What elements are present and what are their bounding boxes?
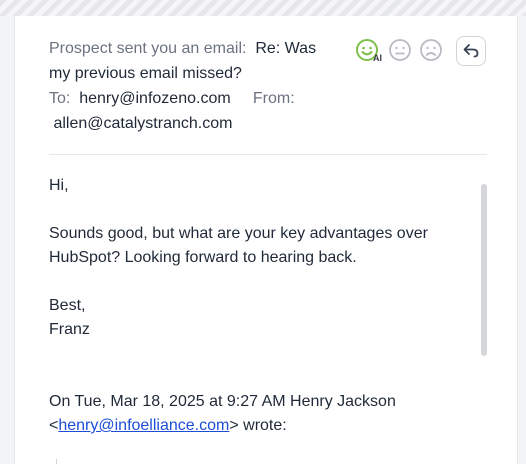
ai-badge: AI — [373, 53, 382, 63]
closing: Best, — [49, 297, 86, 314]
quote-suffix: > wrote: — [229, 417, 287, 434]
top-stripe-divider — [0, 0, 526, 16]
header-divider — [49, 154, 487, 155]
quote-open: < — [49, 417, 59, 434]
signature: Franz — [49, 321, 90, 338]
neutral-face-icon — [389, 39, 411, 61]
negative-face-icon — [420, 39, 442, 61]
message-text: Sounds good, but what are your key advan… — [49, 225, 428, 266]
scrollbar-thumb[interactable] — [481, 184, 487, 356]
email-card: Prospect sent you an email: Re: Was my p… — [14, 16, 518, 464]
quoted-email-link[interactable]: henry@infoelliance.com — [58, 417, 229, 434]
quote-bar — [56, 459, 57, 464]
sentiment-negative-button[interactable] — [418, 38, 444, 64]
intro-label: Prospect sent you an email: — [49, 40, 247, 57]
quote-line: <henry@infoelliance.com> wrote: — [49, 414, 469, 438]
quote-header: On Tue, Mar 18, 2025 at 9:27 AM Henry Ja… — [49, 393, 396, 410]
reply-button[interactable] — [456, 36, 486, 66]
from-address: allen@catalystranch.com — [53, 115, 233, 132]
sentiment-neutral-button[interactable] — [387, 38, 413, 64]
email-header: Prospect sent you an email: Re: Was my p… — [49, 36, 319, 136]
from-label: From: — [252, 90, 295, 107]
greeting: Hi, — [49, 177, 69, 194]
to-label: To: — [49, 90, 71, 107]
sentiment-positive-button[interactable]: AI — [355, 38, 382, 64]
reply-arrow-icon — [463, 44, 479, 58]
to-address: henry@infozeno.com — [79, 90, 231, 107]
email-body: Hi, Sounds good, but what are your key a… — [49, 174, 469, 438]
